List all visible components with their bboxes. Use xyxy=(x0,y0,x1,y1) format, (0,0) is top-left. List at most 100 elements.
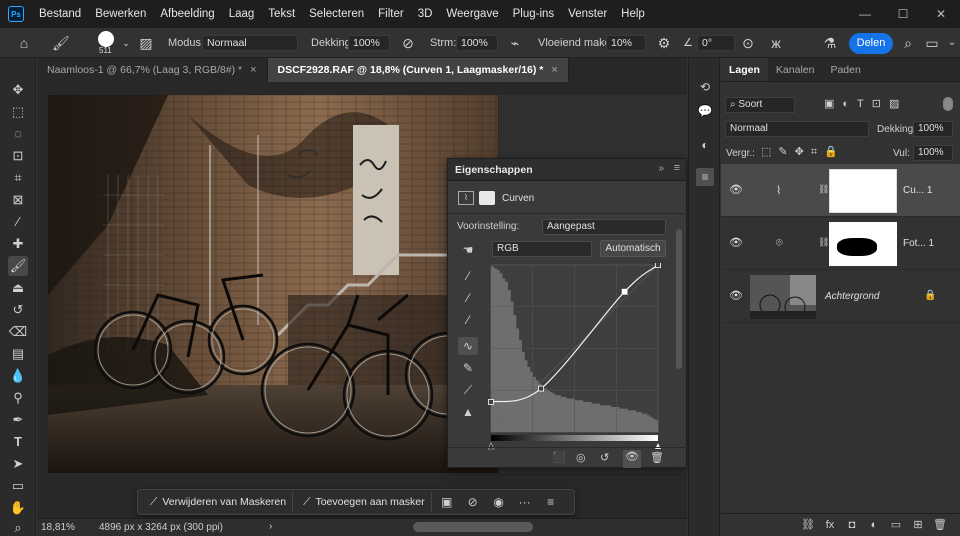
lock-icons[interactable]: ⬚✎✥⌗🔒 xyxy=(761,145,845,159)
brush-settings-icon[interactable]: ▨ xyxy=(138,35,154,51)
pen-tool-icon[interactable]: ✒ xyxy=(8,410,28,430)
tab-dscf2928[interactable]: DSCF2928.RAF @ 18,8% (Curven 1, Laagmask… xyxy=(267,58,569,82)
curve-control-point[interactable] xyxy=(488,399,494,405)
eyedropper-tool-icon[interactable]: ⁄ xyxy=(8,212,28,232)
rectangle-tool-icon[interactable]: ▭ xyxy=(8,476,28,496)
layer-mask-icon[interactable] xyxy=(479,191,495,205)
menu-afbeelding[interactable]: Afbeelding xyxy=(153,0,221,28)
frame-tool-icon[interactable]: ⊠ xyxy=(8,190,28,210)
delete-icon[interactable]: 🗑 xyxy=(650,451,664,464)
add-mask-icon[interactable]: ◘ xyxy=(844,517,860,533)
chevron-down-icon[interactable]: ⌄ xyxy=(118,35,134,51)
brush-preset-icon[interactable]: 🖌 xyxy=(52,35,70,51)
zoom-tool-icon[interactable]: ⌕ xyxy=(8,518,28,536)
mode-select[interactable]: Normaal xyxy=(202,35,298,51)
history-brush-tool-icon[interactable]: ↺ xyxy=(8,300,28,320)
visibility-eye-icon[interactable]: 👁 xyxy=(729,236,743,250)
properties-scrollbar[interactable] xyxy=(676,229,682,369)
blur-tool-icon[interactable]: 💧 xyxy=(8,366,28,386)
move-tool-icon[interactable]: ✥ xyxy=(8,80,28,100)
menu-tekst[interactable]: Tekst xyxy=(261,0,302,28)
clip-to-layer-icon[interactable]: ⬛ xyxy=(552,451,566,464)
menu-bewerken[interactable]: Bewerken xyxy=(88,0,153,28)
new-adjustment-icon[interactable]: ◐ xyxy=(866,517,882,533)
maximize-icon[interactable]: ☐ xyxy=(884,0,922,28)
object-select-tool-icon[interactable]: ⊡ xyxy=(8,146,28,166)
layer-name[interactable]: Achtergrond xyxy=(825,291,879,302)
curves-graph[interactable] xyxy=(488,263,663,451)
healing-brush-tool-icon[interactable]: ✚ xyxy=(8,234,28,254)
pencil-draw-icon[interactable]: ✎ xyxy=(458,359,478,377)
curve-control-point[interactable] xyxy=(621,288,628,295)
workspace-icon[interactable]: ▭ xyxy=(924,35,940,51)
horizontal-scrollbar[interactable] xyxy=(413,522,533,532)
hand-tool-icon[interactable]: ✋ xyxy=(8,498,28,518)
opacity-field[interactable]: 100% xyxy=(348,35,390,51)
properties-header[interactable]: Eigenschappen » ≡ xyxy=(448,159,686,181)
auto-button[interactable]: Automatisch xyxy=(600,240,666,257)
flow-field[interactable]: 100% xyxy=(456,35,498,51)
history-icon[interactable]: ⟲ xyxy=(696,78,714,96)
link-icon[interactable]: ⛓ xyxy=(818,184,829,195)
visibility-eye-icon[interactable]: 👁 xyxy=(623,450,641,468)
menu-weergave[interactable]: Weergave xyxy=(439,0,505,28)
menu-selecteren[interactable]: Selecteren xyxy=(302,0,371,28)
zoom-level[interactable]: 18,81% xyxy=(41,522,75,533)
filter-icons[interactable]: ▣◐T⊡▨ xyxy=(824,97,907,110)
more-options-icon[interactable]: ··· xyxy=(514,492,536,512)
black-point-eyedropper-icon[interactable]: ⁄ xyxy=(458,267,478,285)
layer-photo[interactable]: 👁 ⌾ ⛓ Fot... 1 xyxy=(721,217,960,270)
layer-kind-filter[interactable]: ⌕ Soort xyxy=(725,97,795,113)
new-group-icon[interactable]: ▭ xyxy=(888,517,904,533)
view-previous-icon[interactable]: ◎ xyxy=(576,451,586,464)
tab-naamloos[interactable]: Naamloos-1 @ 66,7% (Laag 3, RGB/8#) * × xyxy=(37,58,268,82)
gradient-tool-icon[interactable]: ▤ xyxy=(8,344,28,364)
layer-mask-thumbnail[interactable] xyxy=(829,222,897,266)
layer-curves[interactable]: 👁 ⌇ ⛓ Cu... 1 xyxy=(721,164,960,217)
link-icon[interactable]: ⛓ xyxy=(818,237,829,248)
flask-icon[interactable]: ⚗ xyxy=(822,35,838,51)
eraser-tool-icon[interactable]: ⌫ xyxy=(8,322,28,342)
smooth-curve-icon[interactable]: ⟋ xyxy=(458,381,478,399)
menu-help[interactable]: Help xyxy=(614,0,652,28)
brush-tip-icon[interactable] xyxy=(98,31,114,47)
dodge-tool-icon[interactable]: ⚲ xyxy=(8,388,28,408)
airbrush-icon[interactable]: ⌁ xyxy=(507,35,523,51)
blend-mode-select[interactable]: Normaal xyxy=(725,121,869,137)
tab-channels[interactable]: Kanalen xyxy=(768,58,823,81)
menu-filter[interactable]: Filter xyxy=(371,0,411,28)
search-icon[interactable]: ⌕ xyxy=(900,35,916,51)
tab-paths[interactable]: Paden xyxy=(822,58,868,81)
visibility-eye-icon[interactable]: 👁 xyxy=(729,183,743,197)
delete-layer-icon[interactable]: 🗑 xyxy=(932,517,948,533)
brush-tool-icon[interactable]: 🖌 xyxy=(8,256,28,276)
clone-stamp-tool-icon[interactable]: ⏏ xyxy=(8,278,28,298)
reset-icon[interactable]: ↺ xyxy=(600,451,609,464)
layer-opacity-field[interactable]: 100% xyxy=(913,121,953,137)
gear-icon[interactable]: ⚙ xyxy=(656,35,672,51)
link-layers-icon[interactable]: ⛓ xyxy=(800,517,816,533)
close-icon[interactable]: × xyxy=(551,58,557,82)
fill-field[interactable]: 100% xyxy=(913,145,953,161)
marquee-tool-icon[interactable]: ⬚ xyxy=(8,102,28,122)
white-point-eyedropper-icon[interactable]: ⁄ xyxy=(458,311,478,329)
pressure-opacity-icon[interactable]: ⊘ xyxy=(400,35,416,51)
menu-venster[interactable]: Venster xyxy=(561,0,614,28)
close-icon[interactable]: ✕ xyxy=(922,0,960,28)
view-mask-icon[interactable]: ◉ xyxy=(488,492,510,512)
menu-bestand[interactable]: Bestand xyxy=(32,0,88,28)
pressure-size-icon[interactable]: ⊙ xyxy=(740,35,756,51)
disable-mask-icon[interactable]: ⊘ xyxy=(462,492,484,512)
channel-select[interactable]: RGB xyxy=(492,241,592,257)
crop-tool-icon[interactable]: ⌗ xyxy=(8,168,28,188)
tab-layers[interactable]: Lagen xyxy=(721,58,768,81)
close-icon[interactable]: × xyxy=(250,58,256,82)
home-icon[interactable]: ⌂ xyxy=(16,35,32,51)
clipping-warning-icon[interactable]: ▲ xyxy=(458,403,478,421)
comments-icon[interactable]: 💬 xyxy=(696,102,714,120)
curve-control-point[interactable] xyxy=(538,385,544,392)
document-photo[interactable] xyxy=(48,95,498,473)
layer-thumbnail[interactable] xyxy=(750,275,816,319)
remove-masks-button[interactable]: ⟋ Verwijderen van Maskeren xyxy=(144,492,294,512)
type-tool-icon[interactable]: T xyxy=(8,432,28,452)
